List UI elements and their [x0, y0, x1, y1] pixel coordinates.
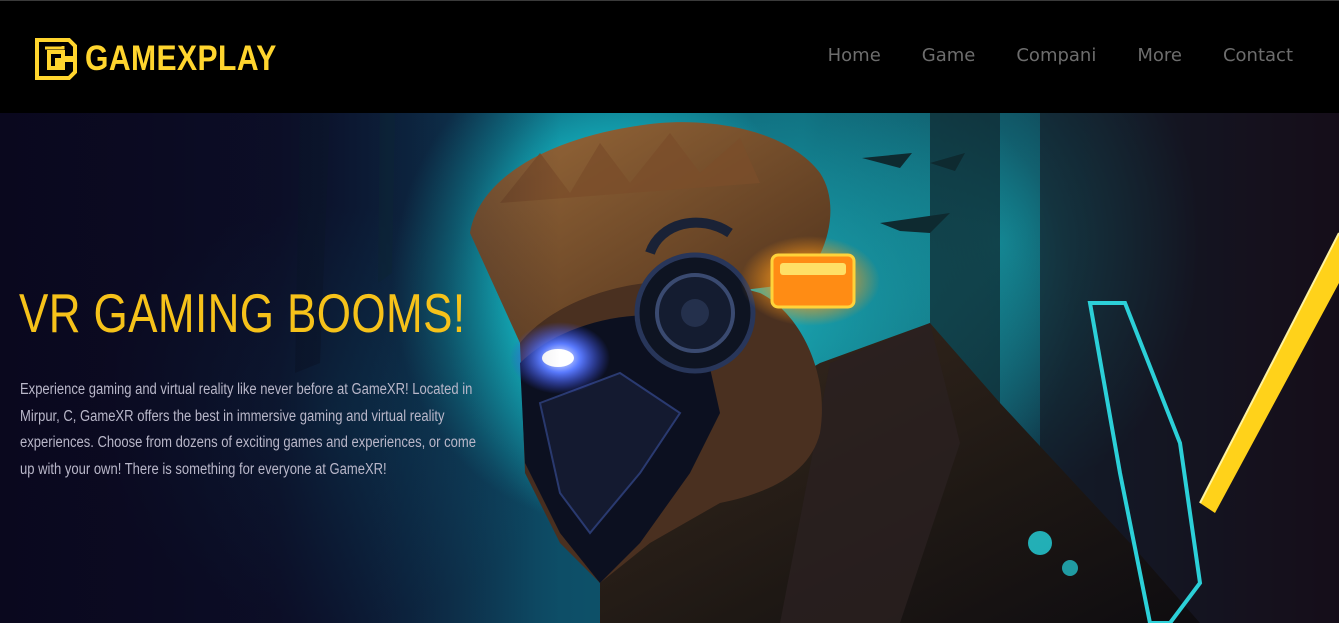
- nav-game[interactable]: Game: [922, 45, 976, 66]
- site-header: GAMEXPLAY Home Game Compani More Contact: [0, 0, 1339, 113]
- hero-title: VR GAMING BOOMS!: [19, 282, 466, 344]
- brand-name: GAMEXPLAY: [85, 39, 277, 78]
- nav-contact[interactable]: Contact: [1223, 45, 1293, 66]
- nav-home[interactable]: Home: [828, 45, 881, 66]
- main-nav: Home Game Compani More Contact: [787, 45, 1293, 66]
- brand-logo-link[interactable]: GAMEXPLAY: [33, 36, 308, 82]
- hero-section: VR GAMING BOOMS! Experience gaming and v…: [0, 113, 1339, 623]
- nav-more[interactable]: More: [1137, 45, 1182, 66]
- nav-compani[interactable]: Compani: [1016, 45, 1096, 66]
- page: GAMEXPLAY Home Game Compani More Contact: [0, 0, 1339, 623]
- hero-description: Experience gaming and virtual reality li…: [20, 381, 476, 478]
- gamexplay-logo-icon: [35, 38, 77, 80]
- hero-text-shade: [0, 113, 560, 623]
